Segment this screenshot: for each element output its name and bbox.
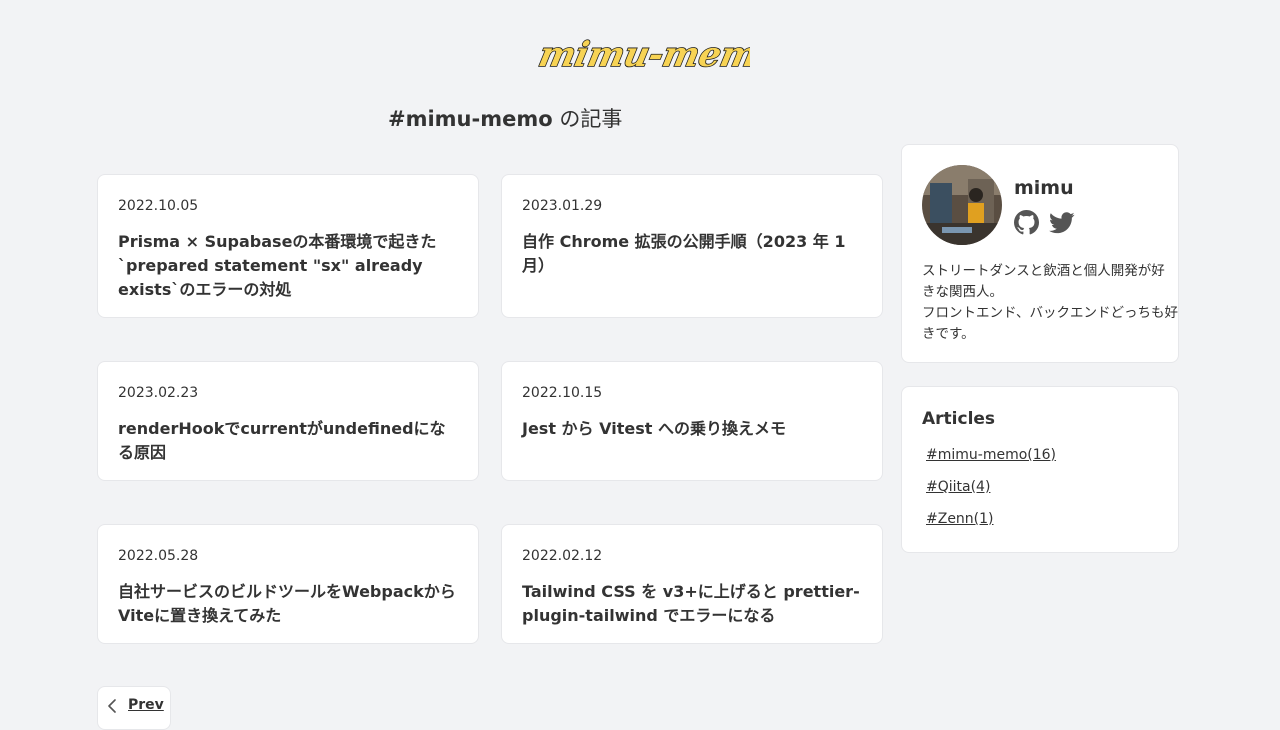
article-title[interactable]: Jest から Vitest への乗り換えメモ [522,417,864,441]
articles-card: Articles #mimu-memo(16) #Qiita(4) #Zenn(… [901,386,1179,553]
profile-bio: ストリートダンスと飲酒と個人開発が好きな関西人。 フロントエンド、バックエンドど… [922,261,1178,345]
page-title-tag: #mimu-memo [388,107,553,131]
tag-link-qiita[interactable]: #Qiita(4) [926,479,990,495]
article-card[interactable]: 2022.10.15 Jest から Vitest への乗り換えメモ [501,361,883,481]
article-date: 2022.05.28 [118,548,199,564]
prev-button-label: Prev [128,697,164,713]
chevron-left-icon [108,699,116,713]
article-date: 2023.02.23 [118,385,199,401]
article-date: 2022.10.15 [522,385,603,401]
article-card[interactable]: 2023.02.23 renderHookでcurrentがundefinedに… [97,361,479,481]
article-title[interactable]: 自作 Chrome 拡張の公開手順（2023 年 1 月） [522,230,864,278]
article-date: 2023.01.29 [522,198,603,214]
article-card[interactable]: 2023.01.29 自作 Chrome 拡張の公開手順（2023 年 1 月） [501,174,883,318]
article-date: 2022.10.05 [118,198,199,214]
article-title[interactable]: Prisma × Supabaseの本番環境で起きた`prepared stat… [118,230,460,302]
avatar [922,165,1002,245]
page-title-suffix: の記事 [552,107,623,131]
article-card[interactable]: 2022.10.05 Prisma × Supabaseの本番環境で起きた`pr… [97,174,479,318]
page-title: #mimu-memo の記事 [388,103,622,133]
article-date: 2022.02.12 [522,548,603,564]
profile-name: mimu [1014,177,1074,199]
tag-link-zenn[interactable]: #Zenn(1) [926,511,994,527]
site-logo[interactable]: mimu-memo [532,34,750,76]
profile-bio-line: フロントエンド、バックエンドどっちも好きです。 [922,305,1178,342]
twitter-icon[interactable] [1049,211,1075,235]
tag-link-mimu-memo[interactable]: #mimu-memo(16) [926,447,1056,463]
profile-bio-line: ストリートダンスと飲酒と個人開発が好きな関西人。 [922,263,1165,300]
article-card[interactable]: 2022.02.12 Tailwind CSS を v3+に上げると prett… [501,524,883,644]
prev-button[interactable]: Prev [97,686,171,730]
article-title[interactable]: Tailwind CSS を v3+に上げると prettier-plugin-… [522,580,864,628]
article-title[interactable]: 自社サービスのビルドツールをWebpackからViteに置き換えてみた [118,580,460,628]
github-icon[interactable] [1014,210,1039,235]
article-card[interactable]: 2022.05.28 自社サービスのビルドツールをWebpackからViteに置… [97,524,479,644]
logo-text: mimu-memo [535,35,750,75]
articles-heading: Articles [922,409,996,429]
profile-card: mimu ストリートダンスと飲酒と個人開発が好きな関西人。 フロントエンド、バッ… [901,144,1179,363]
article-title[interactable]: renderHookでcurrentがundefinedになる原因 [118,417,460,465]
